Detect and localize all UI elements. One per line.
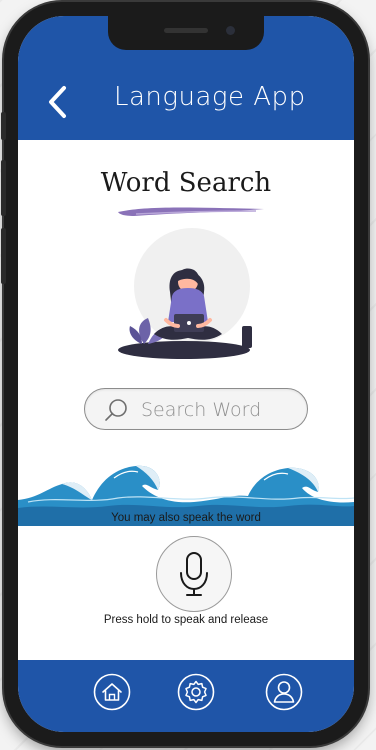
app-screen: Language App Word Search Search Word You…: [18, 16, 354, 732]
earpiece-speaker: [164, 28, 208, 33]
speak-hint-text: You may also speak the word: [111, 512, 261, 524]
search-input[interactable]: [139, 395, 303, 425]
page-title: Word Search: [100, 168, 272, 198]
microphone-button[interactable]: [156, 536, 232, 612]
volume-down-button: [1, 228, 6, 284]
hold-hint-text: Press hold to speak and release: [103, 614, 269, 626]
volume-up-button: [1, 160, 6, 216]
mute-switch: [1, 112, 6, 140]
settings-button[interactable]: [176, 672, 216, 712]
home-button[interactable]: [92, 672, 132, 712]
gear-icon: [177, 673, 215, 711]
back-button[interactable]: [44, 84, 74, 120]
front-camera: [226, 26, 235, 35]
profile-button[interactable]: [264, 672, 304, 712]
notch: [108, 16, 264, 50]
person-with-laptop-illustration: [118, 228, 252, 359]
search-icon: [105, 399, 127, 421]
brush-stroke-decoration: [118, 207, 264, 216]
microphone-icon: [180, 552, 208, 596]
home-icon: [93, 673, 131, 711]
chevron-left-icon: [49, 86, 66, 118]
user-icon: [265, 673, 303, 711]
search-bar[interactable]: [84, 388, 308, 430]
phone-frame: Language App Word Search Search Word You…: [1, 2, 368, 746]
bottom-nav: [18, 660, 354, 732]
app-title: Language App: [114, 82, 306, 112]
